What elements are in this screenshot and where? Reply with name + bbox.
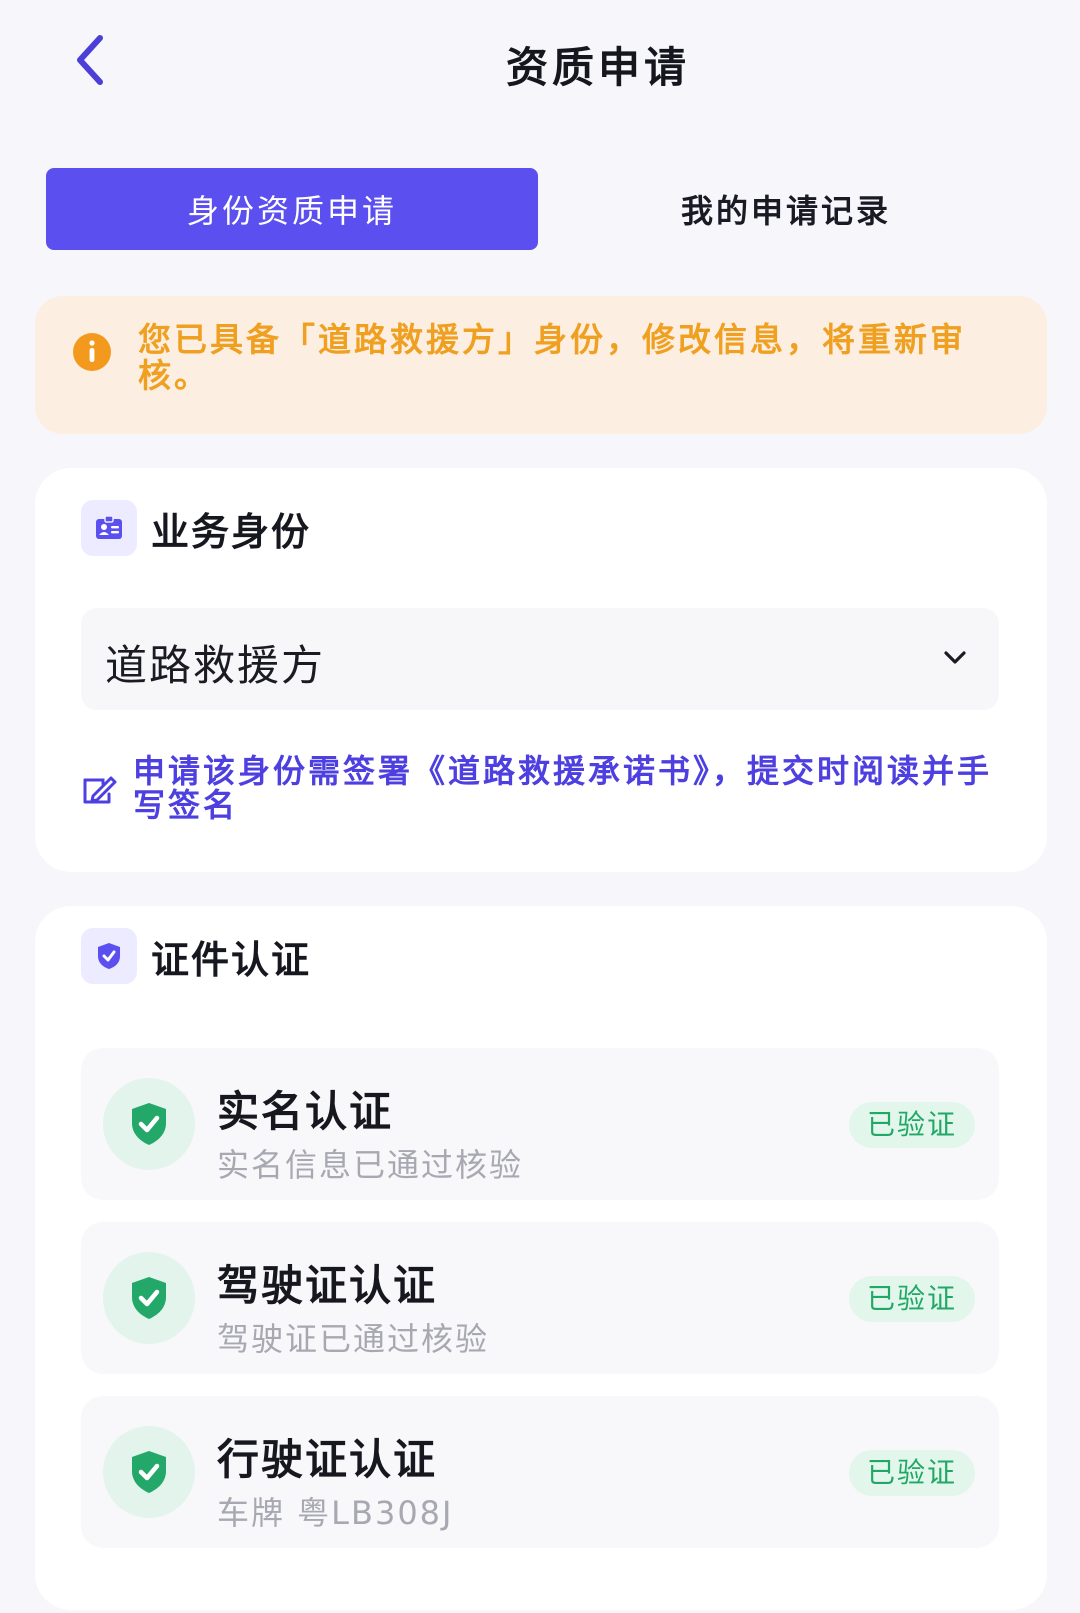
select-value: 道路救援方 (105, 641, 326, 690)
verified-shield-icon (103, 1078, 195, 1170)
certification-card: 证件认证 实名认证 实名信息已通过核验 已验证 驾驶证认证 驾驶证已通过核验 已… (35, 906, 1047, 1610)
tab-my-records[interactable]: 我的申请记录 (538, 168, 1034, 250)
cert-item-vehicle-license[interactable]: 行驶证认证 车牌 粤LB308J 已验证 (81, 1396, 999, 1548)
page-title: 资质申请 (505, 43, 690, 92)
cert-subtitle: 驾驶证已通过核验 (217, 1320, 490, 1358)
sign-document-icon (83, 776, 117, 804)
cert-subtitle: 实名信息已通过核验 (217, 1146, 524, 1184)
shield-check-icon (81, 928, 137, 984)
tab-bar: 身份资质申请 我的申请记录 (46, 168, 1034, 250)
page: 资质申请 身份资质申请 我的申请记录 您已具备「道路救援方」身份，修改信息，将重… (0, 0, 1080, 1613)
id-card-icon (81, 500, 137, 556)
verified-shield-icon (103, 1252, 195, 1344)
tab-identity-application[interactable]: 身份资质申请 (46, 168, 538, 250)
identity-section-header: 业务身份 (81, 500, 311, 556)
cert-item-real-name[interactable]: 实名认证 实名信息已通过核验 已验证 (81, 1048, 999, 1200)
signature-hint-link[interactable]: 申请该身份需签署《道路救援承诺书》，提交时阅读并手写签名 (133, 754, 993, 822)
cert-subtitle: 车牌 粤LB308J (217, 1494, 454, 1532)
info-icon (72, 332, 112, 372)
header: 资质申请 (0, 0, 1080, 120)
status-badge: 已验证 (848, 1450, 975, 1496)
chevron-down-icon (944, 651, 966, 664)
cert-title: 行驶证认证 (217, 1435, 438, 1484)
business-identity-select[interactable]: 道路救援方 (81, 608, 999, 710)
cert-item-driver-license[interactable]: 驾驶证认证 驾驶证已通过核验 已验证 (81, 1222, 999, 1374)
identity-card: 业务身份 道路救援方 申请该身份需签署《道路救援承诺书》，提交时阅读并手写签名 (35, 468, 1047, 872)
status-badge: 已验证 (848, 1102, 975, 1148)
status-badge: 已验证 (848, 1276, 975, 1322)
cert-title: 驾驶证认证 (217, 1261, 438, 1310)
notice-text: 您已具备「道路救援方」身份，修改信息，将重新审核。 (138, 320, 966, 395)
cert-section-header: 证件认证 (81, 928, 311, 984)
verified-shield-icon (103, 1426, 195, 1518)
cert-title: 实名认证 (217, 1087, 394, 1136)
identity-section-title: 业务身份 (151, 509, 312, 554)
cert-section-title: 证件认证 (151, 937, 312, 982)
